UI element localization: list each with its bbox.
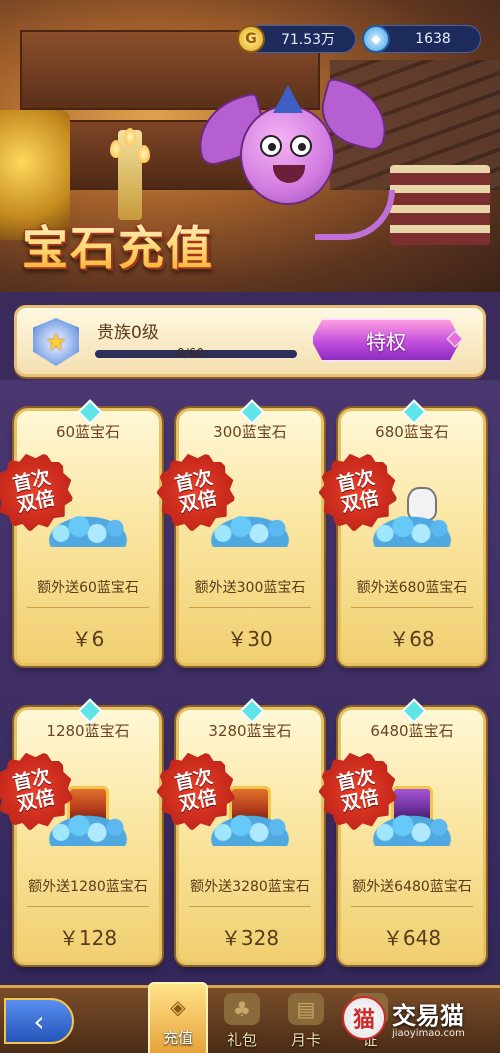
package-price-button[interactable]: ￥328 bbox=[179, 922, 321, 951]
package-gem-amount: 60蓝宝石 bbox=[55, 423, 121, 441]
gem-pile-icon bbox=[205, 513, 295, 547]
package-price-button[interactable]: ￥6 bbox=[17, 623, 159, 652]
package-gem-amount: 3280蓝宝石 bbox=[208, 722, 292, 740]
gem-pile-icon bbox=[367, 513, 457, 547]
gem-package-card[interactable]: 60蓝宝石 首次 双倍 额外送60蓝宝石 ￥6 bbox=[14, 408, 162, 666]
back-button[interactable]: ‹ bbox=[4, 998, 74, 1044]
mascot-monster bbox=[188, 76, 405, 260]
package-price-button[interactable]: ￥128 bbox=[17, 922, 159, 951]
flame-decoration bbox=[124, 128, 136, 146]
bottom-navigation: ‹ ◈ 充值 ♣ 礼包 ▤ 月卡 ✦ 证 猫 交易猫 jiaoyimao.com bbox=[0, 982, 500, 1053]
package-bonus: 额外送680蓝宝石 bbox=[356, 580, 468, 596]
vip-star-badge-icon: ★ bbox=[33, 318, 79, 366]
mascot-hat bbox=[273, 85, 303, 113]
gold-currency-display[interactable]: G 71.53万 bbox=[237, 25, 356, 53]
package-bonus: 额外送6480蓝宝石 bbox=[352, 879, 472, 895]
watermark-name: 交易猫 bbox=[392, 1002, 464, 1030]
package-price-button[interactable]: ￥648 bbox=[341, 922, 483, 951]
vip-level-label: 贵族0级 bbox=[97, 323, 159, 343]
package-bonus: 额外送60蓝宝石 bbox=[37, 580, 139, 596]
tab-recharge[interactable]: ◈ 充值 bbox=[148, 982, 208, 1053]
banner-artwork: 宝石充值 G 71.53万 ◆ 1638 bbox=[0, 0, 500, 292]
tab-label: 充值 bbox=[162, 1029, 193, 1047]
mascot-body bbox=[240, 105, 335, 205]
mascot-eye bbox=[260, 135, 282, 157]
gem-pile-icon bbox=[43, 513, 133, 547]
flame-decoration bbox=[110, 140, 122, 158]
blue-gem-icon: ◆ bbox=[362, 25, 390, 53]
tab-label: 月卡 bbox=[290, 1031, 321, 1049]
divider bbox=[351, 906, 473, 907]
package-bonus: 额外送3280蓝宝石 bbox=[190, 879, 310, 895]
package-gem-amount: 1280蓝宝石 bbox=[46, 722, 130, 740]
divider bbox=[27, 607, 149, 608]
divider bbox=[189, 607, 311, 608]
package-price-button[interactable]: ￥68 bbox=[341, 623, 483, 652]
vip-panel: ★ 贵族0级 0/60 特权 bbox=[14, 305, 486, 377]
gold-amount: 71.53万 bbox=[280, 32, 336, 48]
flame-decoration bbox=[138, 145, 150, 163]
books-decoration bbox=[390, 165, 490, 245]
gem-amount: 1638 bbox=[415, 31, 451, 47]
gift-bag-icon: ♣ bbox=[224, 993, 260, 1025]
package-gem-amount: 300蓝宝石 bbox=[213, 423, 287, 441]
package-gem-amount: 680蓝宝石 bbox=[375, 423, 449, 441]
gem-package-card[interactable]: 3280蓝宝石 首次 双倍 额外送3280蓝宝石 ￥328 bbox=[176, 707, 324, 965]
package-price-button[interactable]: ￥30 bbox=[179, 623, 321, 652]
divider bbox=[189, 906, 311, 907]
package-gem-amount: 6480蓝宝石 bbox=[370, 722, 454, 740]
package-bonus: 额外送1280蓝宝石 bbox=[28, 879, 148, 895]
chevron-left-icon: ‹ bbox=[33, 1004, 45, 1038]
gem-package-card[interactable]: 300蓝宝石 首次 双倍 额外送300蓝宝石 ￥30 bbox=[176, 408, 324, 666]
page-title: 宝石充值 bbox=[22, 212, 214, 278]
gem-package-card[interactable]: 6480蓝宝石 首次 双倍 额外送6480蓝宝石 ￥648 bbox=[338, 707, 486, 965]
gold-coin-icon: G bbox=[237, 25, 265, 53]
mascot-eye bbox=[290, 135, 312, 157]
gem-package-card[interactable]: 680蓝宝石 首次 双倍 额外送680蓝宝石 ￥68 bbox=[338, 408, 486, 666]
tab-label: 礼包 bbox=[226, 1031, 257, 1049]
package-bonus: 额外送300蓝宝石 bbox=[194, 580, 306, 596]
divider bbox=[351, 607, 473, 608]
card-icon: ▤ bbox=[288, 993, 324, 1025]
divider bbox=[27, 906, 149, 907]
gem-package-card[interactable]: 1280蓝宝石 首次 双倍 额外送1280蓝宝石 ￥128 bbox=[14, 707, 162, 965]
gem-pile-icon bbox=[205, 812, 295, 846]
gem-shop-icon: ◈ bbox=[170, 995, 186, 1019]
mascot-tail bbox=[315, 190, 395, 240]
tab-gift-pack[interactable]: ♣ 礼包 bbox=[212, 988, 272, 1053]
vip-progress-text: 0/60 bbox=[177, 346, 204, 360]
gem-currency-display[interactable]: ◆ 1638 bbox=[362, 25, 481, 53]
tab-month-card[interactable]: ▤ 月卡 bbox=[276, 988, 336, 1053]
privilege-button[interactable]: 特权 bbox=[311, 318, 461, 362]
watermark-url: jiaoyimao.com bbox=[392, 1028, 465, 1039]
gem-pile-icon bbox=[367, 812, 457, 846]
gem-pile-icon bbox=[43, 812, 133, 846]
watermark: 猫 交易猫 jiaoyimao.com bbox=[342, 988, 492, 1053]
watermark-logo-icon: 猫 bbox=[342, 996, 386, 1040]
